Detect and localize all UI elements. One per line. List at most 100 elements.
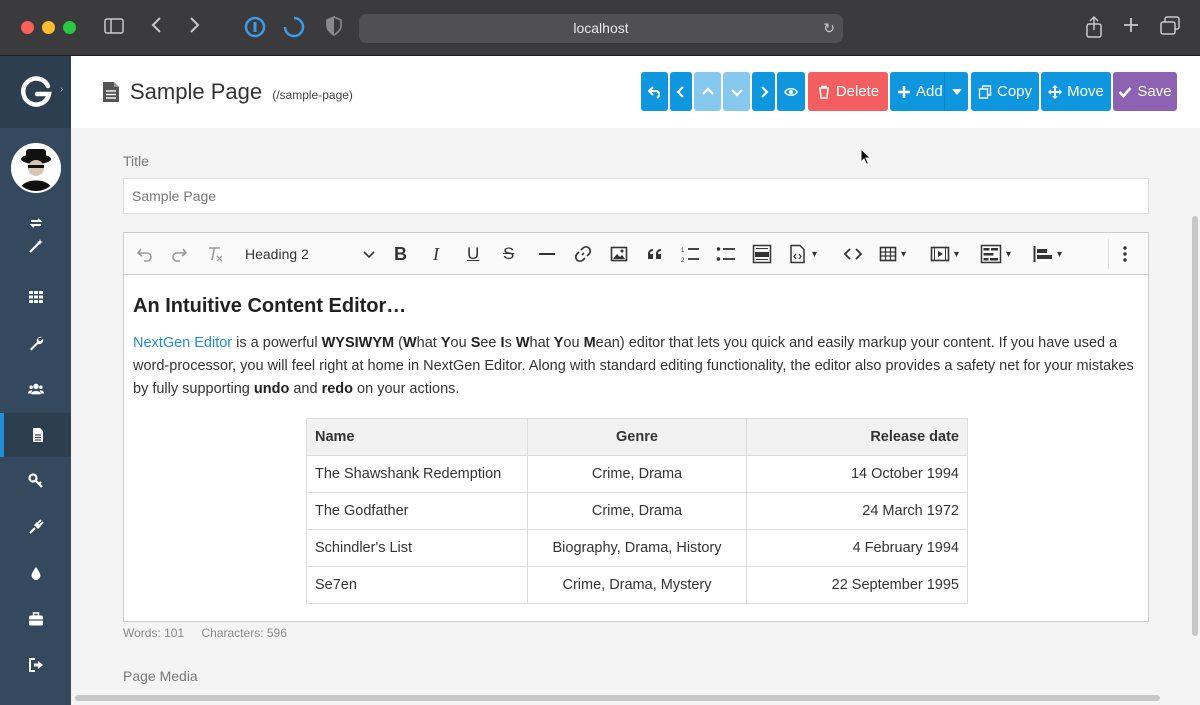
editor-toolbar: Heading 2 B I U S 12 ▾ ▾ ▾ ▾ ▾ [124,233,1148,275]
numbered-list-button[interactable]: 12 [680,243,700,265]
table-cell[interactable]: Crime, Drama [526,492,748,530]
table-cell[interactable]: The Godfather [306,492,528,530]
save-button[interactable]: Save [1113,72,1177,111]
close-window-button[interactable] [21,21,34,34]
page-title: Sample Page (/sample-page) [130,79,353,105]
nextgen-editor-link[interactable]: NextGen Editor [133,335,232,351]
image-button[interactable] [610,243,628,265]
tab-overview-icon[interactable] [1158,16,1182,40]
zoom-window-button[interactable] [63,21,76,34]
table-header-release-date[interactable]: Release date [746,418,968,456]
link-button[interactable] [574,243,592,265]
avatar[interactable] [11,143,61,193]
move-up-button[interactable] [694,72,721,111]
sidebar-item-tools[interactable] [0,459,71,503]
move-button[interactable]: Move [1041,72,1111,111]
add-button[interactable]: Add [890,72,968,111]
insert-table-button[interactable]: ▾ [879,243,906,265]
heading-select-value: Heading 2 [245,246,309,262]
table-header-name[interactable]: Name [306,418,528,456]
reload-icon[interactable]: ↻ [823,14,835,43]
sidebar-item-themes[interactable] [0,551,71,595]
heading-select[interactable]: Heading 2 [245,243,375,265]
table-cell[interactable]: 4 February 1994 [746,529,968,567]
sidebar-item-sync[interactable] [0,213,71,233]
shield-icon[interactable] [322,16,346,40]
editor-document[interactable]: An Intuitive Content Editor… NextGen Edi… [133,295,1141,401]
sidebar-item-dashboard[interactable] [0,275,71,319]
sidebar-item-jobs[interactable] [0,597,71,641]
sidebar-item-configuration[interactable] [0,321,71,365]
undo-button[interactable] [136,243,154,265]
table-icon [879,246,897,262]
logout-icon [28,658,43,672]
sidebar-item-accounts[interactable] [0,367,71,411]
delete-button[interactable]: Delete [808,72,888,111]
media-embed-button[interactable]: ▾ [930,243,959,265]
copy-icon [978,84,992,99]
italic-button[interactable]: I [433,243,439,265]
table-cell[interactable]: Se7en [306,566,528,604]
table-cell[interactable]: 22 September 1995 [746,566,968,604]
shortcodes-button[interactable]: ▾ [980,243,1011,265]
plus-icon [898,85,910,98]
forward-icon[interactable] [182,16,206,40]
table-cell[interactable]: 14 October 1994 [746,455,968,493]
bold-button[interactable]: B [394,243,407,265]
bulleted-list-button[interactable] [716,243,736,265]
caret-down-icon [951,88,962,95]
movies-table[interactable]: Name Genre Release date The Shawshank Re… [306,418,968,604]
table-cell[interactable]: Biography, Drama, History [526,529,748,567]
sidebar-item-pages[interactable] [0,413,71,457]
table-cell[interactable]: Schindler's List [306,529,528,567]
back-icon[interactable] [145,16,169,40]
previous-sibling-button[interactable] [670,72,692,111]
logo[interactable]: › [0,56,71,128]
share-icon[interactable] [1082,15,1106,40]
title-input[interactable] [123,178,1149,214]
table-header-genre[interactable]: Genre [526,418,748,456]
code-block-button[interactable] [844,243,862,265]
blockquote-button[interactable] [646,243,664,265]
address-bar[interactable]: localhost ↻ [359,14,843,43]
italic-icon: I [433,243,439,264]
sidebar-toggle-icon[interactable] [102,16,126,40]
back-button[interactable] [641,72,668,111]
minimize-window-button[interactable] [42,21,55,34]
underline-button[interactable]: U [467,243,479,265]
html-embed-button[interactable] [752,243,772,265]
table-cell[interactable]: Crime, Drama, Mystery [526,566,748,604]
new-tab-icon[interactable] [1119,16,1143,40]
clear-format-button[interactable] [206,243,224,265]
table-cell[interactable]: Crime, Drama [526,455,748,493]
vertical-scrollbar[interactable] [1192,216,1198,636]
save-label: Save [1137,83,1172,100]
eye-icon [784,87,798,96]
horizontal-scrollbar[interactable] [75,695,1160,701]
sidebar-item-plugins[interactable] [0,505,71,549]
redo-button[interactable] [170,243,188,265]
table-cell[interactable]: The Shawshank Redemption [306,455,528,493]
sidebar-expand-icon[interactable]: › [60,84,63,95]
password-manager-icon[interactable] [243,16,267,40]
strikethrough-button[interactable]: S [503,243,514,265]
horizontal-line-button[interactable] [538,243,556,265]
next-sibling-button[interactable] [752,72,775,111]
alignment-button[interactable]: ▾ [1033,243,1062,265]
preview-button[interactable] [777,72,805,111]
key-icon [27,473,43,488]
copy-button[interactable]: Copy [971,72,1039,111]
sidebar-item-logout[interactable] [0,643,71,687]
content-editor[interactable]: Heading 2 B I U S 12 ▾ ▾ ▾ ▾ ▾ An Intuit… [123,232,1149,622]
move-down-button[interactable] [723,72,750,111]
sidebar-item-magic[interactable] [0,234,71,258]
add-dropdown-toggle[interactable] [944,72,968,111]
caret-down-icon: ▾ [954,248,960,260]
caret-down-icon: ▾ [901,248,907,260]
more-options-button[interactable] [1122,243,1128,265]
add-label: Add [916,83,943,100]
table-cell[interactable]: 24 March 1972 [746,492,968,530]
source-editing-button[interactable]: ▾ [788,243,817,265]
main-content: Title Heading 2 B I U S [71,128,1200,705]
droplet-icon [31,567,40,580]
